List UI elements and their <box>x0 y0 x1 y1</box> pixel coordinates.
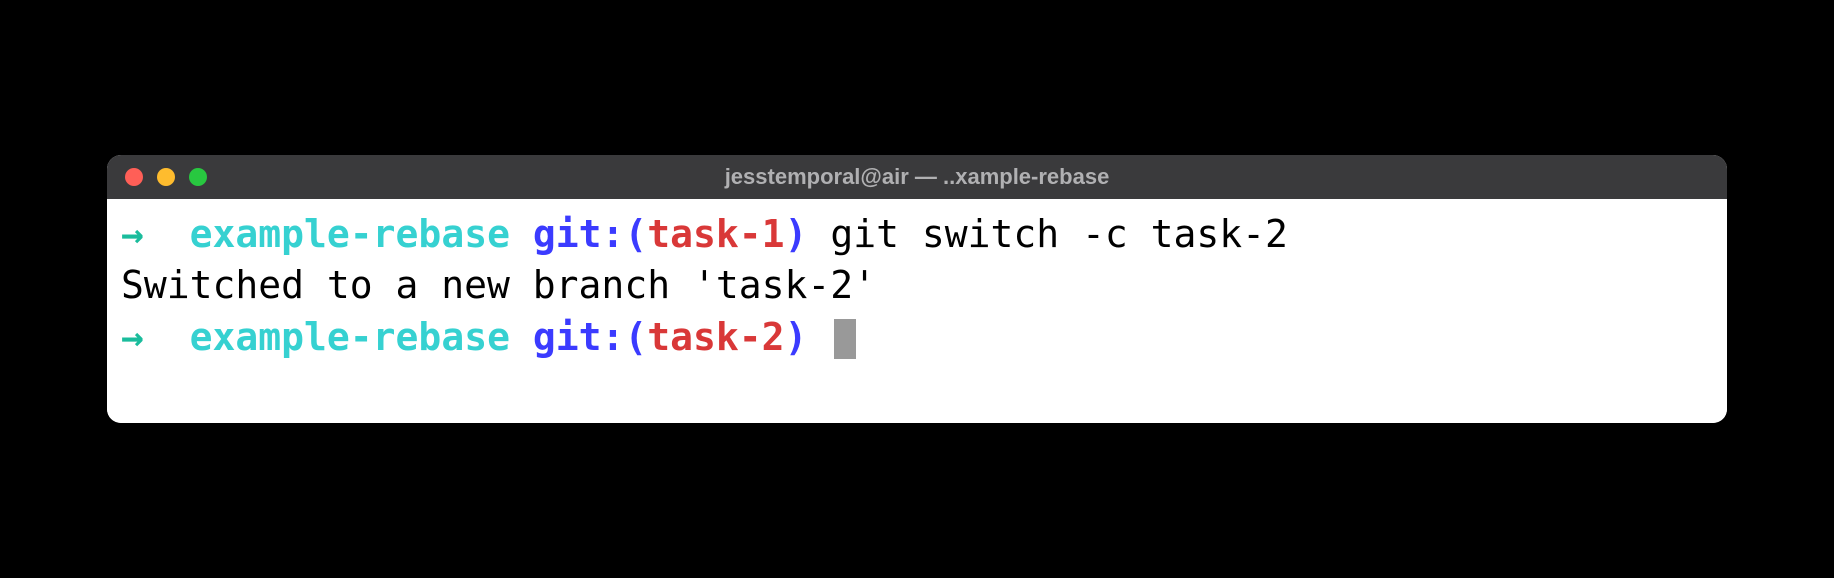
close-icon[interactable] <box>125 168 143 186</box>
prompt-line-2: → example-rebase git:(task-2) <box>121 312 1713 363</box>
terminal-window: jesstemporal@air — ..xample-rebase → exa… <box>107 155 1727 423</box>
window-title: jesstemporal@air — ..xample-rebase <box>725 164 1110 190</box>
git-label: git: <box>533 212 625 256</box>
paren-open: ( <box>624 212 647 256</box>
paren-close: ) <box>785 212 808 256</box>
terminal-body[interactable]: → example-rebase git:(task-1) git switch… <box>107 199 1727 423</box>
traffic-lights <box>125 168 207 186</box>
git-label: git: <box>533 315 625 359</box>
prompt-directory: example-rebase <box>190 212 510 256</box>
titlebar: jesstemporal@air — ..xample-rebase <box>107 155 1727 199</box>
paren-open: ( <box>624 315 647 359</box>
command-text: git switch -c task-2 <box>830 212 1288 256</box>
prompt-arrow: → <box>121 212 144 256</box>
prompt-arrow: → <box>121 315 144 359</box>
prompt-line-1: → example-rebase git:(task-1) git switch… <box>121 209 1713 260</box>
maximize-icon[interactable] <box>189 168 207 186</box>
branch-name: task-2 <box>647 315 784 359</box>
minimize-icon[interactable] <box>157 168 175 186</box>
branch-name: task-1 <box>647 212 784 256</box>
prompt-directory: example-rebase <box>190 315 510 359</box>
cursor <box>834 319 856 359</box>
output-line: Switched to a new branch 'task-2' <box>121 260 1713 311</box>
paren-close: ) <box>785 315 808 359</box>
